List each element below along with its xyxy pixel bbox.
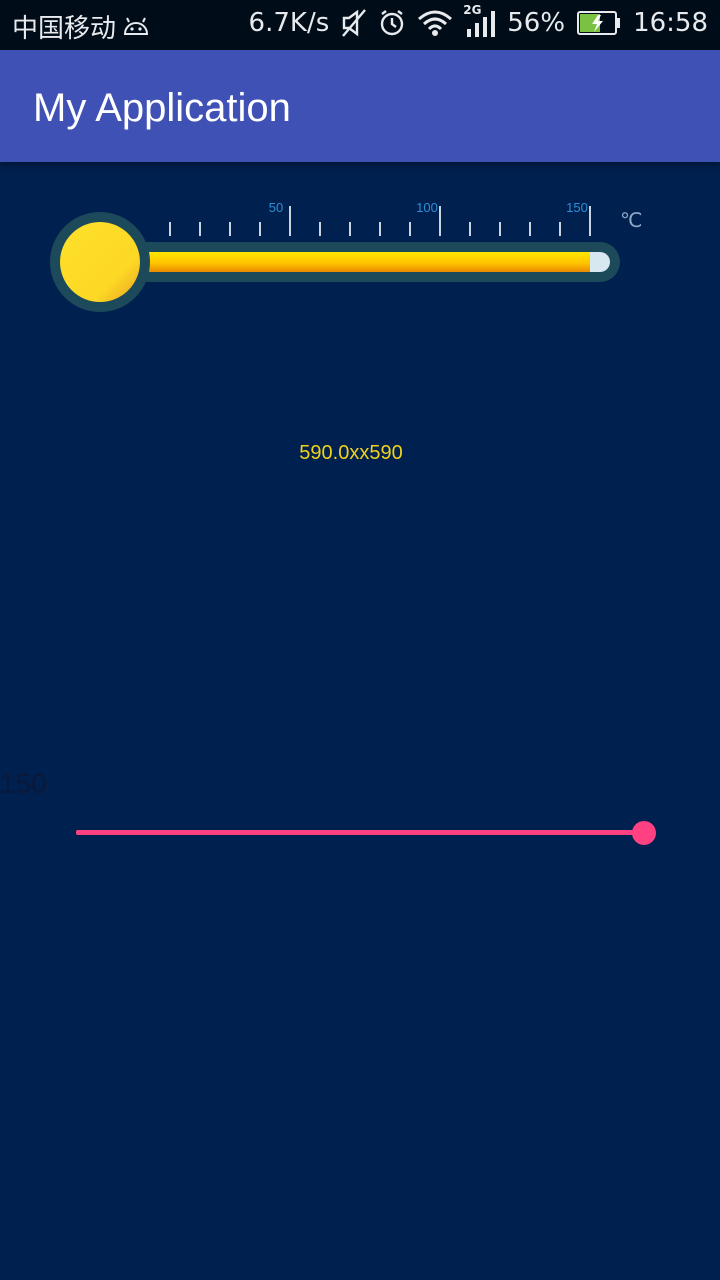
unit-label: ℃ xyxy=(620,208,642,232)
alarm-icon xyxy=(379,8,405,38)
seekbar-value-label: 150 xyxy=(0,768,47,799)
seekbar-track[interactable] xyxy=(76,830,644,835)
network-type-label: 2G xyxy=(463,3,482,17)
carrier-label: 中国移动 xyxy=(12,14,117,44)
tick-label: 100 xyxy=(416,200,438,215)
thermometer: 50 100 150 ℃ xyxy=(50,200,642,312)
seekbar-thumb[interactable] xyxy=(632,821,656,845)
battery-percent-label: 56% xyxy=(507,8,566,38)
time-label: 16:58 xyxy=(633,8,708,38)
android-debug-icon xyxy=(122,17,150,37)
status-bar: 中国移动 6.7K/s 2G 56% 16:58 xyxy=(0,0,720,50)
seekbar[interactable] xyxy=(60,812,680,854)
signal-icon: 2G xyxy=(463,3,496,37)
thermometer-mercury xyxy=(108,252,590,272)
app-bar: My Application xyxy=(0,50,720,162)
thermometer-ticks xyxy=(169,206,591,236)
mute-icon xyxy=(341,8,367,38)
readout-text: 590.0xx590 xyxy=(299,442,403,464)
tick-label: 150 xyxy=(566,200,588,215)
wifi-icon xyxy=(417,9,453,37)
battery-charging-icon xyxy=(577,10,621,36)
thermometer-bulb xyxy=(60,222,140,302)
tick-label: 50 xyxy=(269,200,283,215)
net-speed-label: 6.7K/s xyxy=(248,8,330,38)
app-title: My Application xyxy=(33,86,291,130)
